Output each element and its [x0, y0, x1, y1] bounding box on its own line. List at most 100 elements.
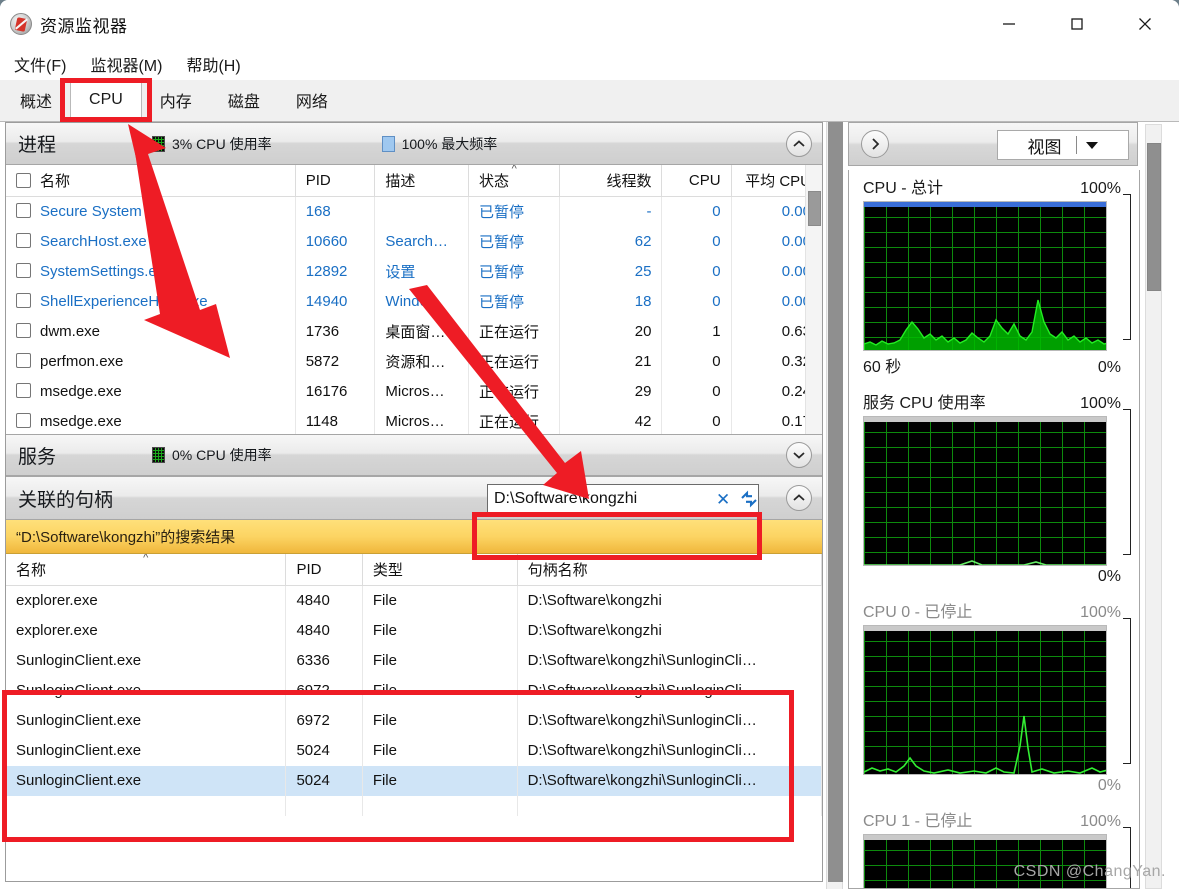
row-checkbox[interactable] [16, 233, 31, 248]
view-button-label: 视图 [1027, 137, 1062, 157]
row-checkbox[interactable] [16, 323, 31, 338]
window-controls [975, 0, 1179, 48]
process-name-cell[interactable]: msedge.exe [6, 406, 296, 434]
search-input[interactable] [488, 486, 707, 512]
menu-file[interactable]: 文件(F) [4, 50, 76, 78]
graph-min-label: 0% [1097, 777, 1121, 794]
process-desc-cell: Micros… [374, 376, 469, 407]
maximize-button[interactable] [1043, 0, 1111, 48]
processes-col-threads[interactable]: 线程数 [559, 165, 663, 197]
processes-col-pid[interactable]: PID [295, 165, 376, 197]
process-name-cell[interactable]: ShellExperienceHost.exe [6, 286, 296, 317]
table-row[interactable]: SunloginClient.exe 5024 File D:\Software… [6, 765, 822, 796]
right-panel-expand-button[interactable] [861, 130, 889, 158]
process-name-cell[interactable]: SystemSettings.exe [6, 256, 296, 287]
processes-scrollbar[interactable] [805, 165, 822, 434]
services-section-header[interactable]: 服务 0% CPU 使用率 [6, 434, 822, 476]
table-row[interactable]: dwm.exe 1736 桌面窗… 正在运行 20 1 0.63 [6, 316, 822, 347]
close-button[interactable] [1111, 0, 1179, 48]
row-checkbox[interactable] [16, 263, 31, 278]
resource-monitor-window: 资源监视器 文件(F) 监视器(M) 帮助(H) 概述 CPU 内存 磁盘 网络 [0, 0, 1179, 889]
handle-type-cell: File [362, 645, 518, 676]
handle-pid-cell: 5024 [285, 735, 363, 766]
handle-path-cell: D:\Software\kongzhi\SunloginCli… [517, 735, 822, 766]
handles-col-pid[interactable]: PID [285, 554, 363, 586]
table-row[interactable]: SystemSettings.exe 12892 设置 已暂停 25 0 0.0… [6, 256, 822, 287]
process-pid-cell: 14940 [295, 286, 376, 317]
handle-pid-cell: 6336 [285, 645, 363, 676]
tab-memory[interactable]: 内存 [141, 81, 210, 121]
window-title: 资源监视器 [40, 16, 128, 36]
process-name-cell[interactable]: SearchHost.exe [6, 226, 296, 257]
handles-collapse-button[interactable] [786, 485, 812, 511]
processes-collapse-button[interactable] [786, 130, 812, 157]
row-checkbox[interactable] [16, 353, 31, 368]
process-name-cell[interactable]: perfmon.exe [6, 346, 296, 377]
table-row[interactable]: perfmon.exe 5872 资源和… 正在运行 21 0 0.32 [6, 346, 822, 377]
processes-scrollbar-thumb[interactable] [808, 191, 821, 226]
table-row[interactable]: explorer.exe 4840 File D:\Software\kongz… [6, 585, 822, 616]
table-row[interactable]: SunloginClient.exe 6336 File D:\Software… [6, 645, 822, 676]
handles-table-body: explorer.exe 4840 File D:\Software\kongz… [6, 585, 822, 816]
table-row[interactable]: msedge.exe 1148 Micros… 正在运行 42 0 0.17 [6, 406, 822, 434]
process-pid-cell: 168 [295, 196, 376, 227]
clear-search-icon[interactable]: ✕ [707, 491, 739, 508]
left-pane-scrollbar-thumb[interactable] [828, 122, 843, 882]
refresh-search-icon[interactable] [739, 490, 759, 508]
processes-col-desc[interactable]: 描述 [374, 165, 469, 197]
table-row[interactable]: explorer.exe 4840 File D:\Software\kongz… [6, 615, 822, 646]
table-row[interactable]: SunloginClient.exe 5024 File D:\Software… [6, 735, 822, 766]
process-name-cell[interactable]: dwm.exe [6, 316, 296, 347]
process-threads-cell: 21 [559, 346, 663, 377]
tab-network[interactable]: 网络 [277, 81, 346, 121]
row-checkbox[interactable] [16, 203, 31, 219]
processes-col-cpu[interactable]: CPU [661, 165, 732, 197]
processes-header-row: 名称 PID 描述 ^ 状态 线程数 CPU 平均 CPU [6, 165, 822, 197]
process-name-cell[interactable]: msedge.exe [6, 376, 296, 407]
table-row[interactable]: ShellExperienceHost.exe 14940 Windo… 已暂停… [6, 286, 822, 317]
process-pid-cell: 5872 [295, 346, 376, 377]
table-row[interactable]: SearchHost.exe 10660 Search… 已暂停 62 0 0.… [6, 226, 822, 257]
right-pane-scrollbar[interactable] [1145, 124, 1162, 889]
services-expand-button[interactable] [786, 442, 812, 468]
select-all-checkbox[interactable] [16, 173, 31, 188]
handles-col-type[interactable]: 类型 [362, 554, 518, 586]
process-cpu-cell: 1 [661, 316, 732, 347]
left-pane-scrollbar[interactable] [826, 122, 843, 889]
row-checkbox[interactable] [16, 413, 31, 428]
process-pid-cell: 1148 [295, 406, 376, 434]
processes-col-name[interactable]: 名称 [6, 165, 296, 197]
row-checkbox[interactable] [16, 383, 31, 398]
graph-top-border [864, 835, 1106, 840]
right-pane-scrollbar-thumb[interactable] [1147, 143, 1161, 291]
process-cpu-cell: 0 [661, 346, 732, 377]
processes-col-status[interactable]: ^ 状态 [468, 165, 561, 197]
sort-ascending-icon: ^ [511, 165, 517, 175]
menu-help[interactable]: 帮助(H) [176, 50, 250, 78]
handles-col-handlename[interactable]: 句柄名称 [517, 554, 822, 586]
menu-monitor[interactable]: 监视器(M) [80, 50, 172, 78]
processes-section-header[interactable]: 进程 3% CPU 使用率 100% 最大频率 [6, 123, 822, 165]
table-row[interactable]: SunloginClient.exe 6972 File D:\Software… [6, 705, 822, 736]
process-name-cell[interactable]: Secure System [6, 196, 296, 227]
graph-axis-bracket [1123, 194, 1131, 340]
row-checkbox[interactable] [16, 293, 31, 308]
process-cpu-cell: 0 [661, 226, 732, 257]
process-status-cell: 已暂停 [468, 196, 561, 227]
tab-overview[interactable]: 概述 [2, 81, 71, 121]
handle-search-box[interactable]: ✕ [487, 484, 759, 514]
handles-col-name[interactable]: ^ 名称 [6, 554, 287, 586]
process-status-cell: 正在运行 [468, 346, 561, 377]
table-row[interactable]: Secure System 168 已暂停 - 0 0.00 [6, 196, 822, 227]
handles-section-header[interactable]: 关联的句柄 ✕ [6, 476, 822, 520]
view-button[interactable]: 视图 [997, 130, 1129, 160]
handle-type-cell: File [362, 615, 518, 646]
table-row[interactable]: SunloginClient.exe 6972 File D:\Software… [6, 675, 822, 706]
table-row[interactable]: msedge.exe 16176 Micros… 正在运行 29 0 0.24 [6, 376, 822, 407]
handle-type-cell: File [362, 675, 518, 706]
view-button-separator [1075, 136, 1077, 154]
tab-cpu[interactable]: CPU [70, 81, 142, 121]
process-status-cell: 正在运行 [468, 406, 561, 434]
minimize-button[interactable] [975, 0, 1043, 48]
tab-disk[interactable]: 磁盘 [209, 81, 278, 121]
